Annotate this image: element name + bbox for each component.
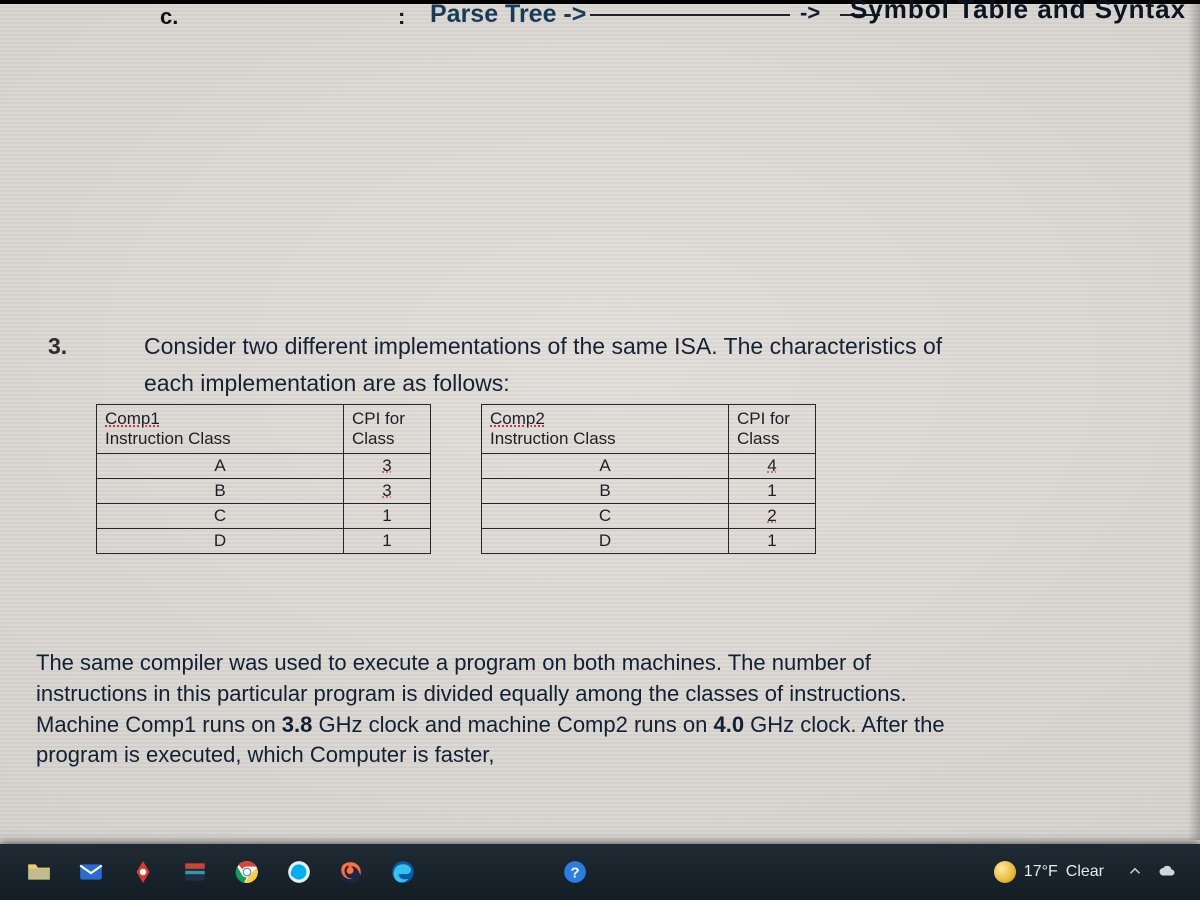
weather-condition: Clear xyxy=(1066,863,1104,881)
para-line2: instructions in this particular program … xyxy=(36,679,1160,710)
weather-widget[interactable]: 17°F Clear xyxy=(994,861,1104,883)
table-row: A3 xyxy=(97,454,431,479)
firefox-icon[interactable] xyxy=(336,857,366,887)
comp2-subtitle: Instruction Class xyxy=(490,429,616,448)
vignette-right xyxy=(1188,0,1200,840)
weather-sun-icon xyxy=(994,861,1016,883)
comp1-header: Comp1 Instruction Class xyxy=(97,405,344,454)
cpi-tables: Comp1 Instruction Class CPI for Class A3… xyxy=(96,404,816,554)
chevron-up-icon[interactable] xyxy=(1126,862,1144,883)
item-c-label: c. xyxy=(160,4,178,30)
table-row: C2 xyxy=(482,504,816,529)
edge-icon[interactable] xyxy=(388,857,418,887)
table-row: C1 xyxy=(97,504,431,529)
table-row: D1 xyxy=(97,529,431,554)
question-text-line1: Consider two different implementations o… xyxy=(144,333,942,359)
comp2-title: Comp2 xyxy=(490,409,545,428)
para-line3: Machine Comp1 runs on 3.8 GHz clock and … xyxy=(36,710,1160,741)
antivirus-icon[interactable] xyxy=(128,857,158,887)
colon: : xyxy=(398,4,405,30)
comp1-title: Comp1 xyxy=(105,409,160,428)
table-row: A4 xyxy=(482,454,816,479)
table-row: B1 xyxy=(482,479,816,504)
comp2-header: Comp2 Instruction Class xyxy=(482,405,729,454)
table-row: D1 xyxy=(482,529,816,554)
para-line4: program is executed, which Computer is f… xyxy=(36,740,1160,771)
mail-icon[interactable] xyxy=(76,857,106,887)
svg-text:?: ? xyxy=(570,864,579,881)
comp2-cpi-header: CPI for Class xyxy=(729,405,816,454)
parse-tree-label: Parse Tree -> xyxy=(430,0,586,29)
cloud-icon[interactable] xyxy=(1158,862,1176,883)
symbol-table-label: Symbol Table and Syntax xyxy=(850,0,1186,25)
comp1-table: Comp1 Instruction Class CPI for Class A3… xyxy=(96,404,431,554)
chrome-icon[interactable] xyxy=(232,857,262,887)
comp2-table: Comp2 Instruction Class CPI for Class A4… xyxy=(481,404,816,554)
system-tray[interactable] xyxy=(1126,862,1176,883)
arrow-line xyxy=(590,14,790,16)
comp1-cpi-header: CPI for Class xyxy=(344,405,431,454)
skype-icon[interactable] xyxy=(284,857,314,887)
table-row: B3 xyxy=(97,479,431,504)
question-number: 3. xyxy=(48,330,144,363)
file-explorer-icon[interactable] xyxy=(24,857,54,887)
windows-taskbar: ? 17°F Clear xyxy=(0,844,1200,900)
movies-icon[interactable] xyxy=(180,857,210,887)
weather-temp: 17°F xyxy=(1024,863,1058,881)
para-line1: The same compiler was used to execute a … xyxy=(36,648,1160,679)
arrow-head: -> xyxy=(800,0,820,26)
question-3: 3.Consider two different implementations… xyxy=(48,330,1160,401)
help-icon[interactable]: ? xyxy=(560,857,590,887)
question-text-line2: each implementation are as follows: xyxy=(144,370,510,396)
comp1-subtitle: Instruction Class xyxy=(105,429,231,448)
question-paragraph: The same compiler was used to execute a … xyxy=(36,648,1160,771)
